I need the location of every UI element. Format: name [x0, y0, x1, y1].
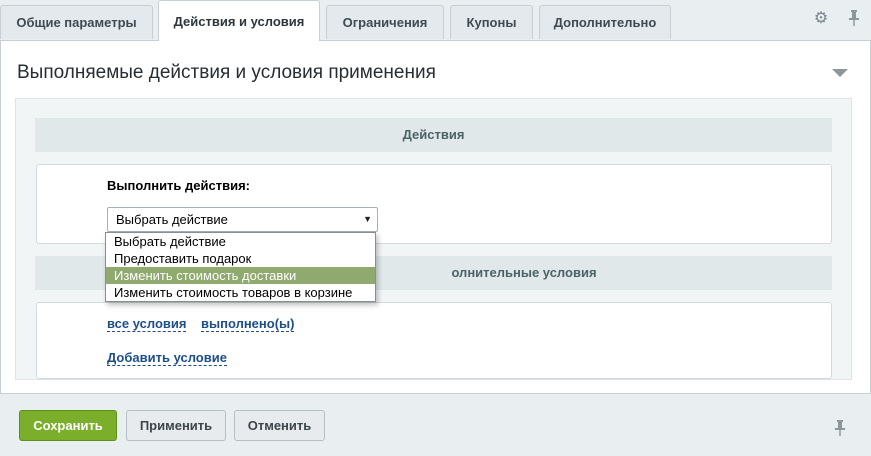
- conditions-heading-text: олнительные условия: [451, 265, 597, 280]
- fulfilled-link[interactable]: выполнено(ы): [201, 316, 295, 332]
- footer-pin-icon[interactable]: [834, 420, 846, 439]
- gear-icon[interactable]: ⚙: [812, 10, 830, 28]
- action-select[interactable]: Выбрать действие ▼: [107, 207, 378, 232]
- option-change-cart-cost[interactable]: Изменить стоимость товаров в корзине: [106, 284, 375, 301]
- cancel-button[interactable]: Отменить: [234, 410, 325, 441]
- actions-label: Выполнить действия:: [107, 178, 250, 193]
- collapse-arrow-icon[interactable]: [832, 69, 848, 77]
- save-button[interactable]: Сохранить: [19, 410, 117, 441]
- tab-actions-conditions[interactable]: Действия и условия: [158, 0, 320, 41]
- tab-limits[interactable]: Ограничения: [326, 5, 444, 39]
- panel-title: Выполняемые действия и условия применени…: [17, 62, 436, 83]
- action-dropdown-list: Выбрать действие Предоставить подарок Из…: [105, 232, 376, 302]
- pin-icon[interactable]: [845, 10, 863, 28]
- option-choose-action[interactable]: Выбрать действие: [106, 233, 375, 250]
- apply-button[interactable]: Применить: [126, 410, 226, 441]
- tab-coupons[interactable]: Купоны: [450, 5, 533, 39]
- conditions-box: все условия выполнено(ы) Добавить услови…: [36, 302, 832, 379]
- tab-general[interactable]: Общие параметры: [0, 5, 153, 39]
- tab-bar: Общие параметры Действия и условия Огран…: [0, 0, 871, 41]
- option-change-delivery-cost[interactable]: Изменить стоимость доставки: [106, 267, 375, 284]
- tab-additional[interactable]: Дополнительно: [539, 5, 671, 39]
- add-condition-link[interactable]: Добавить условие: [107, 350, 227, 366]
- all-conditions-link[interactable]: все условия: [107, 316, 187, 332]
- actions-heading: Действия: [35, 118, 832, 152]
- main-panel: Выполняемые действия и условия применени…: [0, 40, 871, 394]
- action-select-value: Выбрать действие: [116, 212, 228, 227]
- dropdown-arrow-icon: ▼: [363, 214, 372, 224]
- option-give-gift[interactable]: Предоставить подарок: [106, 250, 375, 267]
